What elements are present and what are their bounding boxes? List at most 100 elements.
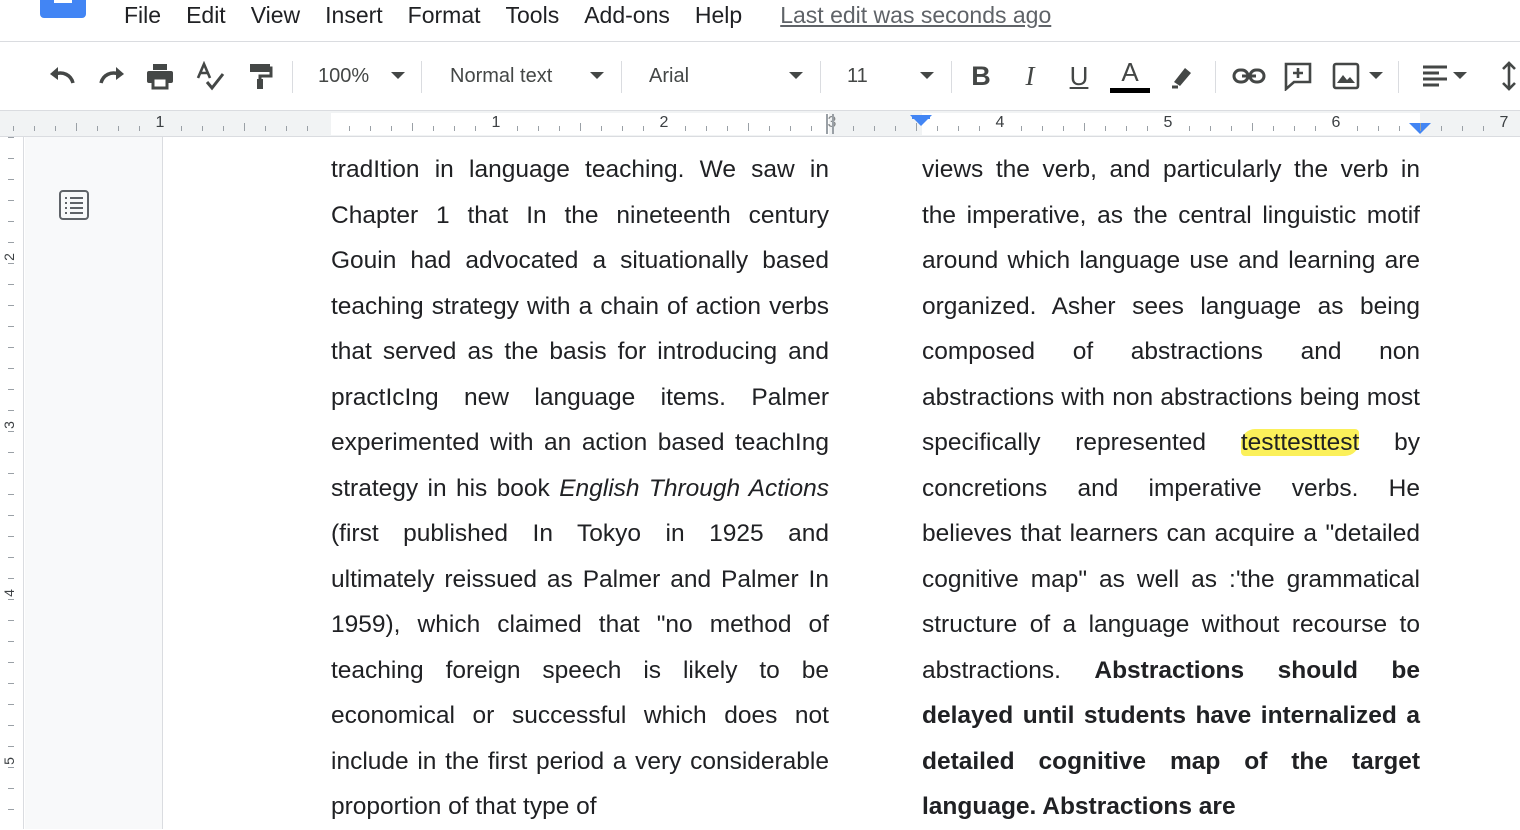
ruler-tick: [853, 126, 854, 131]
ruler-tick: [202, 126, 203, 131]
spellcheck-icon[interactable]: [192, 57, 228, 95]
vruler-tick: [8, 704, 14, 705]
undo-icon[interactable]: [44, 57, 80, 95]
document-outline-icon[interactable]: [58, 189, 90, 221]
last-edit-link[interactable]: Last edit was seconds ago: [780, 1, 1051, 29]
paragraph: tradItion in language teaching. We saw i…: [331, 147, 829, 830]
docs-logo-icon[interactable]: [40, 0, 86, 18]
ruler-tick: [181, 126, 182, 131]
ruler-tick: [1294, 126, 1295, 131]
horizontal-ruler[interactable]: 1 1 2 3 4 5 6 7: [0, 110, 1520, 137]
document-column-right[interactable]: views the verb, and particularly the ver…: [922, 147, 1420, 830]
paint-format-icon[interactable]: [242, 57, 278, 95]
bold-icon[interactable]: B: [964, 57, 998, 95]
ruler-tick: [1252, 123, 1253, 131]
image-caret-icon[interactable]: [1369, 72, 1383, 79]
ruler-tick: [727, 126, 728, 131]
vruler-tick: [8, 809, 14, 810]
ruler-tick: [1357, 126, 1358, 131]
print-icon[interactable]: [142, 57, 178, 95]
style-caret-icon[interactable]: [590, 72, 604, 79]
redo-icon[interactable]: [94, 57, 130, 95]
ruler-tick: [790, 126, 791, 131]
ruler-tick: [1063, 126, 1064, 131]
ruler-tick: [958, 126, 959, 131]
column-divider-handle[interactable]: [826, 114, 834, 134]
ruler-tick: [1105, 126, 1106, 131]
text-color-icon[interactable]: A: [1110, 57, 1150, 95]
zoom-value: 100%: [318, 64, 370, 87]
text-run: by concretions and imperative verbs. He …: [922, 429, 1421, 684]
ruler-tick: [706, 126, 707, 131]
vruler-tick: [8, 494, 14, 495]
font-size-caret-icon[interactable]: [920, 72, 934, 79]
vruler-tick: [8, 746, 14, 747]
vruler-tick: [8, 473, 14, 474]
font-caret-icon[interactable]: [789, 72, 803, 79]
ruler-tick: [874, 126, 875, 131]
highlighted-misspelled-word[interactable]: testtesttest: [1240, 429, 1360, 456]
vruler-tick: [8, 179, 14, 180]
italic-icon[interactable]: I: [1013, 57, 1047, 95]
ruler-tick: [685, 126, 686, 131]
vruler-tick: [8, 641, 14, 642]
ruler-tick: [223, 126, 224, 131]
document-column-left[interactable]: tradItion in language teaching. We saw i…: [331, 147, 829, 830]
ruler-tick: [244, 123, 245, 131]
comment-icon[interactable]: [1280, 57, 1316, 95]
menu-view[interactable]: View: [251, 1, 300, 29]
ruler-tick: [55, 126, 56, 131]
ruler-tick: [1441, 126, 1442, 131]
menu-format[interactable]: Format: [408, 1, 481, 29]
vruler-tick: [8, 221, 14, 222]
link-icon[interactable]: [1230, 57, 1268, 95]
menu-insert[interactable]: Insert: [325, 1, 383, 29]
font-size-select[interactable]: 11: [847, 57, 868, 95]
menu-tools[interactable]: Tools: [506, 1, 560, 29]
text-run: (first published In Tokyo in 1925 and ul…: [331, 520, 829, 820]
underline-icon[interactable]: U: [1062, 57, 1096, 95]
menu-file[interactable]: File: [124, 1, 161, 29]
toolbar-separator: [421, 61, 422, 93]
vertical-ruler[interactable]: 2 3 4 5: [0, 137, 24, 829]
ruler-tick: [559, 126, 560, 131]
ruler-tick: [265, 126, 266, 131]
font-size-value: 11: [847, 64, 868, 87]
font-value: Arial: [649, 64, 690, 87]
toolbar-separator: [1215, 61, 1216, 93]
menu-addons[interactable]: Add-ons: [584, 1, 670, 29]
menu-edit[interactable]: Edit: [186, 1, 226, 29]
menu-items: File Edit View Insert Format Tools Add-o…: [124, 0, 1051, 30]
zoom-select[interactable]: 100%: [318, 57, 369, 95]
ruler-tick: [475, 126, 476, 131]
menu-bar: File Edit View Insert Format Tools Add-o…: [0, 0, 1520, 42]
ruler-number: 2: [659, 114, 669, 131]
vruler-tick: [8, 284, 14, 285]
document-page[interactable]: tradItion in language teaching. We saw i…: [164, 137, 1520, 829]
vruler-tick: [8, 431, 14, 432]
ruler-tick: [454, 126, 455, 131]
ruler-tick: [1420, 123, 1421, 131]
vruler-tick: [8, 242, 14, 243]
line-spacing-icon[interactable]: [1498, 57, 1520, 95]
image-icon[interactable]: [1328, 57, 1364, 95]
vruler-number: 2: [0, 253, 17, 261]
ruler-tick: [97, 126, 98, 131]
align-icon[interactable]: [1418, 57, 1452, 95]
highlight-icon[interactable]: [1165, 57, 1201, 95]
ruler-tick: [307, 126, 308, 131]
font-select[interactable]: Arial: [649, 57, 689, 95]
ruler-tick: [580, 123, 581, 131]
ruler-tick: [1042, 126, 1043, 131]
menu-help[interactable]: Help: [695, 1, 742, 29]
first-line-indent-marker-icon[interactable]: [912, 115, 930, 119]
ruler-tick: [412, 123, 413, 131]
vruler-tick: [8, 599, 14, 600]
toolbar-separator: [820, 61, 821, 93]
ruler-tick: [748, 123, 749, 131]
align-caret-icon[interactable]: [1453, 72, 1467, 79]
zoom-caret-icon[interactable]: [391, 72, 405, 79]
style-select[interactable]: Normal text: [450, 57, 552, 95]
toolbar: 100% Normal text Arial 11 B I U A: [0, 43, 1520, 110]
ruler-tick: [811, 126, 812, 131]
